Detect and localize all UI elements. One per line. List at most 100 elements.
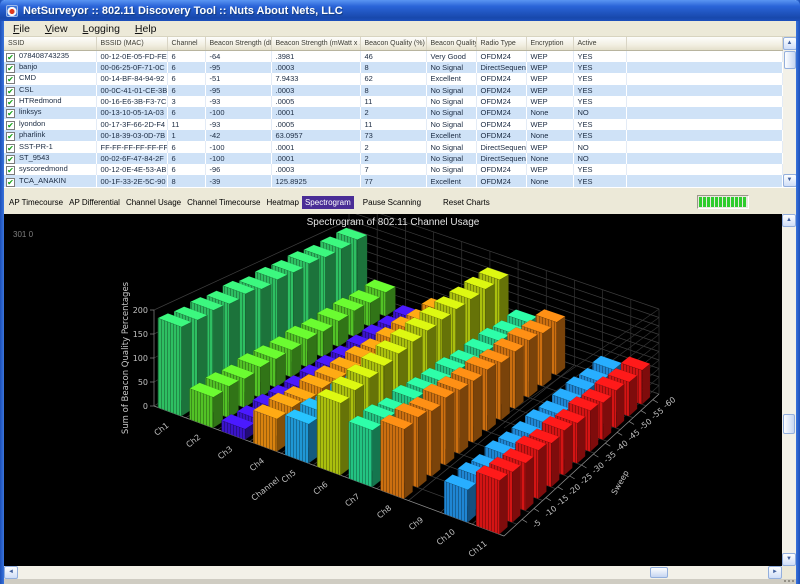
toolbar-button-ap-timecourse[interactable]: AP Timecourse: [6, 196, 66, 209]
table-row-pharlink[interactable]: ✔pharlink00-18-39-03-0D-7B1-4263.095773E…: [4, 130, 782, 141]
bssid-cell: 00-17-3F-66-2D-F4: [96, 119, 167, 130]
row-checkbox[interactable]: ✔: [6, 109, 15, 118]
row-checkbox[interactable]: ✔: [6, 98, 15, 107]
resize-grip[interactable]: [783, 579, 795, 584]
menu-bar: File View Logging Help: [4, 21, 796, 37]
ssid-label: CMD: [19, 73, 36, 82]
table-row-linksys[interactable]: ✔linksys00-13-10-05-1A-036-100.00012No S…: [4, 107, 782, 118]
column-header-encryption[interactable]: Encryption: [526, 37, 573, 50]
ssid-label: CSL: [19, 85, 34, 94]
toolbar-button-channel-usage[interactable]: Channel Usage: [123, 196, 184, 209]
encryption-cell: WEP: [526, 50, 573, 62]
table-vertical-scrollbar[interactable]: ▲ ▼: [783, 37, 797, 187]
bssid-cell: 00-13-10-05-1A-03: [96, 107, 167, 118]
progress-segment: [723, 197, 726, 207]
table-row-tca-anakin[interactable]: ✔TCA_ANAKIN00-1F-33-2E-5C-908-39125.8925…: [4, 175, 782, 187]
svg-text:Ch9: Ch9: [407, 515, 425, 532]
ssid-cell: ✔lyondon: [4, 119, 96, 130]
column-header-ssid[interactable]: SSID: [4, 37, 96, 50]
chart-horizontal-scrollbar[interactable]: ◄ ►: [4, 566, 796, 579]
row-checkbox[interactable]: ✔: [6, 64, 15, 73]
row-checkbox[interactable]: ✔: [6, 75, 15, 84]
chart-scroll-right-button[interactable]: ►: [768, 566, 782, 579]
toolbar-button-spectrogram[interactable]: Spectrogram: [302, 196, 354, 209]
progress-segment: [727, 197, 730, 207]
column-header-beacon-strength-mwatt-x-10-6[interactable]: Beacon Strength (mWatt x 10^-6): [271, 37, 360, 50]
row-checkbox[interactable]: ✔: [6, 144, 15, 153]
table-scroll-down-button[interactable]: ▼: [783, 174, 797, 187]
menu-logging[interactable]: Logging: [83, 23, 120, 35]
horizontal-scroll-thumb[interactable]: [650, 567, 668, 578]
bssid-cell: 00-0C-41-01-CE-3B: [96, 85, 167, 96]
table-scroll-up-button[interactable]: ▲: [783, 37, 797, 50]
radio-cell: OFDM24: [476, 85, 526, 96]
chart-vertical-scrollbar[interactable]: ▲ ▼: [782, 214, 796, 566]
column-header-beacon-strength-dbm[interactable]: Beacon Strength (dBm): [205, 37, 271, 50]
strength_dbm-cell: -39: [205, 175, 271, 187]
svg-text:Ch10: Ch10: [435, 527, 457, 547]
strength_mwatt-cell: .0001: [271, 141, 360, 152]
horizontal-scroll-track[interactable]: [18, 566, 768, 579]
table-row-cmd[interactable]: ✔CMD00-14-BF-84-94-926-517.943362Excelle…: [4, 73, 782, 84]
table-row-sst-pr-1[interactable]: ✔SST-PR-1FF-FF-FF-FF-FF-FF6-100.00012No …: [4, 141, 782, 152]
encryption-cell: WEP: [526, 85, 573, 96]
column-header-blank[interactable]: [626, 37, 782, 50]
svg-text:Sum of Beacon Quality Percenta: Sum of Beacon Quality Percentages: [121, 281, 131, 434]
row-checkbox[interactable]: ✔: [6, 87, 15, 96]
table-row-lyondon[interactable]: ✔lyondon00-17-3F-66-2D-F411-93.000511No …: [4, 119, 782, 130]
menu-file[interactable]: File: [13, 23, 30, 35]
column-header-beacon-quality[interactable]: Beacon Quality: [426, 37, 476, 50]
chart-scroll-left-button[interactable]: ◄: [4, 566, 18, 579]
active-cell: NO: [573, 141, 626, 152]
strength_dbm-cell: -93: [205, 96, 271, 107]
toolbar-button-pause-scanning[interactable]: Pause Scanning: [360, 196, 424, 209]
title-bar[interactable]: NetSurveyor :: 802.11 Discovery Tool :: …: [0, 0, 800, 21]
active-cell: YES: [573, 73, 626, 84]
chart-scroll-up-button[interactable]: ▲: [782, 214, 796, 227]
column-header-beacon-quality[interactable]: Beacon Quality (%): [360, 37, 426, 50]
table-row-csl[interactable]: ✔CSL00-0C-41-01-CE-3B6-95.00038No Signal…: [4, 85, 782, 96]
table-row-st-9543[interactable]: ✔ST_954300-02-6F-47-84-2F6-100.00012No S…: [4, 153, 782, 164]
spacer-cell: [626, 73, 782, 84]
quality_pct-cell: 2: [360, 153, 426, 164]
row-checkbox[interactable]: ✔: [6, 178, 15, 187]
quality_pct-cell: 62: [360, 73, 426, 84]
channel-cell: 6: [167, 164, 205, 175]
svg-text:50: 50: [138, 378, 148, 387]
table-scroll-thumb[interactable]: [784, 51, 796, 69]
table-row-078408743235[interactable]: ✔07840874323500-12-0E-05-FD-FE6-64.39814…: [4, 50, 782, 62]
table-row-syscoredmond[interactable]: ✔syscoredmond00-12-0E-4E-53-AB6-96.00037…: [4, 164, 782, 175]
table-row-htredmond[interactable]: ✔HTRedmond00-16-E6-3B-F3-7C3-93.000511No…: [4, 96, 782, 107]
column-header-channel[interactable]: Channel: [167, 37, 205, 50]
bssid-cell: 00-12-0E-05-FD-FE: [96, 50, 167, 62]
row-checkbox[interactable]: ✔: [6, 53, 15, 62]
svg-text:Ch1: Ch1: [153, 421, 171, 438]
toolbar-button-channel-timecourse[interactable]: Channel Timecourse: [184, 196, 263, 209]
active-cell: YES: [573, 96, 626, 107]
svg-text:-20: -20: [566, 482, 582, 497]
column-header-active[interactable]: Active: [573, 37, 626, 50]
row-checkbox[interactable]: ✔: [6, 121, 15, 130]
column-header-radio-type[interactable]: Radio Type: [476, 37, 526, 50]
row-checkbox[interactable]: ✔: [6, 132, 15, 141]
strength_mwatt-cell: .0001: [271, 107, 360, 118]
chart-scroll-thumb[interactable]: [783, 414, 795, 434]
radio-cell: OFDM24: [476, 73, 526, 84]
encryption-cell: WEP: [526, 96, 573, 107]
ssid-cell: ✔ CMD: [4, 73, 96, 84]
row-checkbox[interactable]: ✔: [6, 166, 15, 175]
column-header-bssid-mac[interactable]: BSSID (MAC): [96, 37, 167, 50]
toolbar-button-heatmap[interactable]: Heatmap: [263, 196, 301, 209]
channel-cell: 8: [167, 175, 205, 187]
quality-cell: Excellent: [426, 73, 476, 84]
chart-scroll-down-button[interactable]: ▼: [782, 553, 796, 566]
toolbar-button-ap-differential[interactable]: AP Differential: [66, 196, 123, 209]
svg-text:-35: -35: [602, 450, 618, 465]
active-cell: YES: [573, 130, 626, 141]
menu-help[interactable]: Help: [135, 23, 157, 35]
bssid-cell: FF-FF-FF-FF-FF-FF: [96, 141, 167, 152]
menu-view[interactable]: View: [45, 23, 68, 35]
table-row-banjo[interactable]: ✔banjo00-06-25-0F-71-0C6-95.00038No Sign…: [4, 62, 782, 73]
row-checkbox[interactable]: ✔: [6, 155, 15, 164]
toolbar-button-reset-charts[interactable]: Reset Charts: [440, 196, 493, 209]
